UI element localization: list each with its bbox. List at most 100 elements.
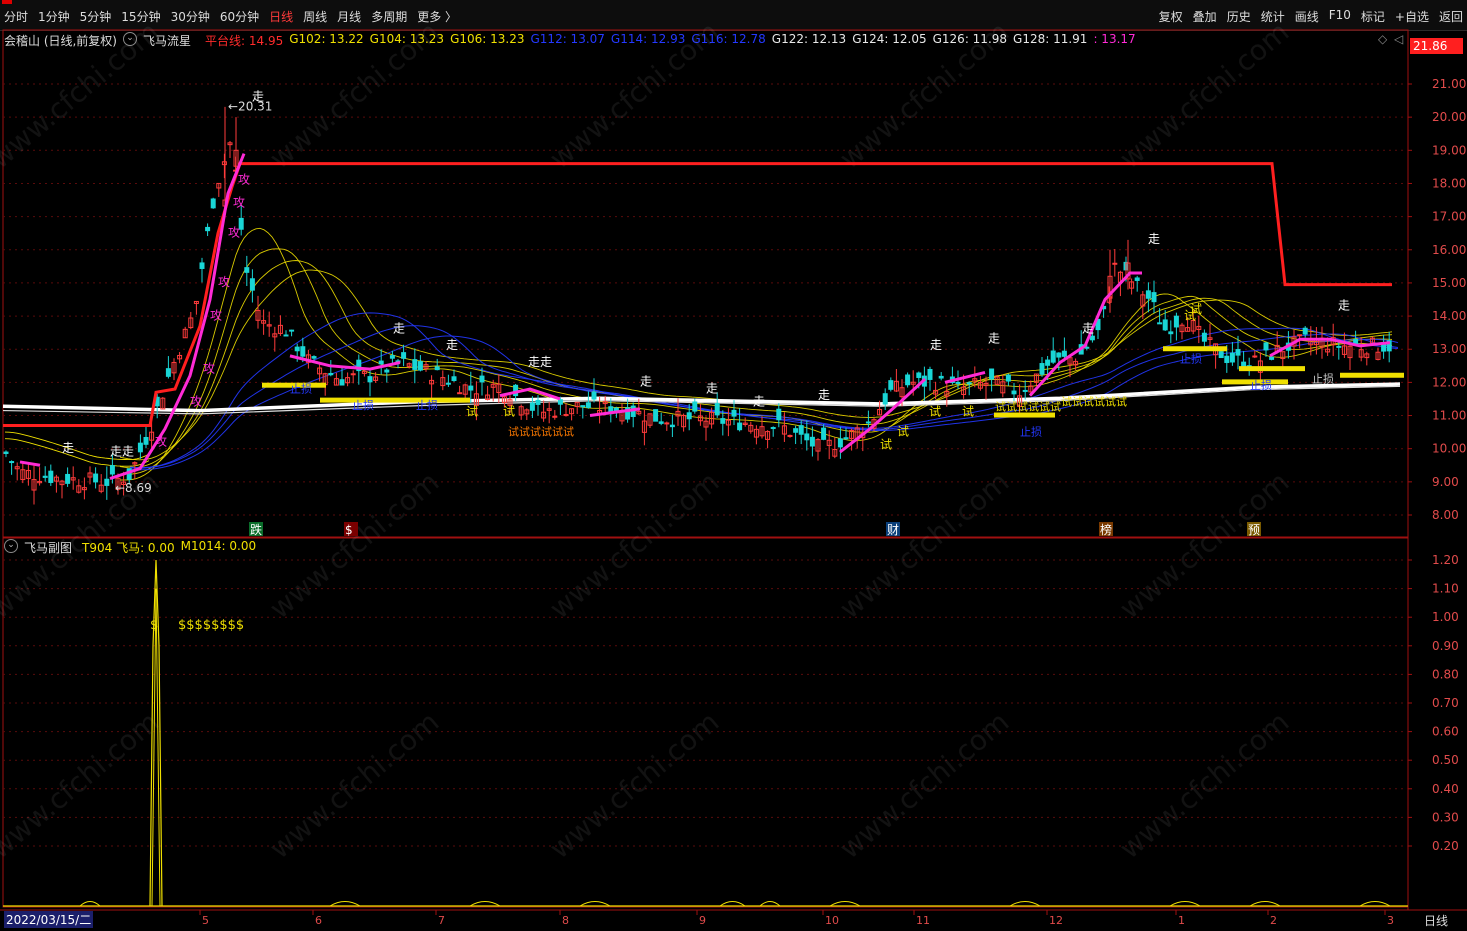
- candle-body: [552, 415, 558, 418]
- candle-body: [770, 427, 776, 430]
- y-tick-label: 8.00: [1432, 508, 1459, 522]
- watermark-text: www.cfchi.com: [1113, 15, 1295, 175]
- candle-body: [865, 421, 871, 424]
- y-tick-label: 0.30: [1432, 810, 1459, 824]
- candle-body: [737, 422, 743, 431]
- chart-annotation: 止损: [352, 398, 374, 412]
- y-tick-label: 0.20: [1432, 839, 1459, 853]
- candle-body: [843, 437, 849, 440]
- sub-indicator-name[interactable]: 飞马副图: [24, 539, 72, 557]
- y-tick-label: 17.00: [1432, 210, 1466, 224]
- candle-body: [1218, 351, 1224, 359]
- candle-body: [249, 278, 255, 291]
- candle-body: [669, 424, 675, 428]
- chart-annotation: 走: [1338, 298, 1350, 312]
- chart-annotation: 止损: [290, 381, 312, 395]
- candle-body: [1229, 352, 1235, 363]
- chart-annotation: 止损: [1312, 371, 1334, 385]
- watermark-text: www.cfchi.com: [263, 465, 445, 625]
- chart-annotation: 走: [1148, 232, 1160, 246]
- signal-bar: [320, 397, 470, 403]
- candle-body: [787, 434, 793, 437]
- candle-body: [1302, 327, 1308, 335]
- y-tick-label: 10.00: [1432, 442, 1466, 456]
- x-tick-label: 7: [438, 914, 445, 927]
- event-marker: 预: [1248, 523, 1260, 537]
- candle-body: [664, 422, 670, 425]
- chart-annotation: 攻: [190, 395, 202, 409]
- candle-body: [658, 421, 664, 424]
- y-tick-label: 9.00: [1432, 475, 1459, 489]
- chart-annotation: 试试试试试试: [1061, 396, 1127, 409]
- candle-body: [1050, 350, 1056, 363]
- y-tick-label: 1.00: [1432, 610, 1459, 624]
- signal-bar: [1163, 346, 1227, 352]
- watermark-text: www.cfchi.com: [543, 15, 725, 175]
- y-tick-label: 15.00: [1432, 276, 1466, 290]
- candle-body: [1112, 262, 1118, 265]
- chart-annotation: 走走: [528, 355, 552, 369]
- chart-annotation: 走: [818, 388, 830, 402]
- cursor-date: 2022/03/15/二: [4, 911, 94, 928]
- chart-annotation: 走: [706, 381, 718, 395]
- candle-body: [1336, 345, 1342, 348]
- kline-chart[interactable]: www.cfchi.com www.cfchi.com www.cfchi.com w…: [0, 0, 1467, 931]
- candle-body: [205, 226, 211, 232]
- candle-body: [65, 473, 71, 484]
- candle-body: [143, 436, 149, 445]
- y-tick-label: 0.40: [1432, 782, 1459, 796]
- chart-annotation: 试: [466, 404, 478, 419]
- candle-body: [938, 375, 944, 379]
- candle-body: [686, 412, 692, 420]
- candle-body: [580, 405, 586, 408]
- coin-marker: $$$$$$$$: [178, 618, 244, 633]
- sub-hump: [469, 901, 501, 907]
- x-tick-label: 6: [315, 914, 322, 927]
- candle-body: [888, 380, 894, 390]
- candle-body: [389, 355, 395, 359]
- x-tick-label: 9: [699, 914, 706, 927]
- candle-body: [1201, 332, 1207, 342]
- candle-body: [1269, 356, 1275, 360]
- candle-body: [9, 461, 15, 464]
- candle-body: [1173, 315, 1179, 328]
- chart-annotation: 试试试试试试: [508, 425, 574, 438]
- m1014-value: M1014: 0.00: [180, 539, 257, 553]
- chart-annotation: 攻: [218, 275, 230, 289]
- chart-annotation: ←8.69: [115, 481, 152, 495]
- period-label[interactable]: 日线: [1424, 912, 1448, 929]
- candle-body: [1157, 322, 1163, 325]
- y-tick-label: 18.00: [1432, 176, 1466, 190]
- signal-bar: [1239, 366, 1305, 372]
- chart-annotation: 走: [1082, 322, 1094, 336]
- chart-annotation: 走: [930, 338, 942, 352]
- x-tick-label: 1: [1178, 914, 1185, 927]
- chevron-down-icon[interactable]: ⌄: [4, 539, 18, 553]
- candle-body: [457, 392, 463, 395]
- y-tick-label: 11.00: [1432, 409, 1466, 423]
- candle-body: [104, 478, 110, 486]
- watermark-text: www.cfchi.com: [263, 15, 445, 175]
- candle-body: [804, 433, 810, 441]
- chart-annotation: 走: [988, 332, 1000, 346]
- sub-hump: [719, 901, 746, 907]
- chart-annotation: 走: [252, 90, 264, 104]
- candle-body: [798, 425, 804, 435]
- sub-hump: [1009, 901, 1041, 907]
- chart-annotation: 试: [1190, 301, 1202, 316]
- y-tick-label: 0.50: [1432, 753, 1459, 767]
- candle-body: [1089, 335, 1095, 341]
- candle-body: [837, 438, 843, 448]
- x-tick-label: 11: [916, 914, 930, 927]
- watermark-text: www.cfchi.com: [543, 465, 725, 625]
- candle-body: [244, 267, 250, 273]
- y-tick-label: 0.70: [1432, 696, 1459, 710]
- candle-body: [165, 368, 171, 377]
- candle-body: [300, 346, 306, 357]
- chart-annotation: 止损: [416, 398, 438, 412]
- candle-body: [1252, 355, 1258, 358]
- watermark-text: www.cfchi.com: [0, 705, 165, 865]
- candle-body: [529, 402, 535, 411]
- x-tick-label: 2: [1270, 914, 1277, 927]
- t904-value: T904 飞马: 0.00: [82, 541, 175, 555]
